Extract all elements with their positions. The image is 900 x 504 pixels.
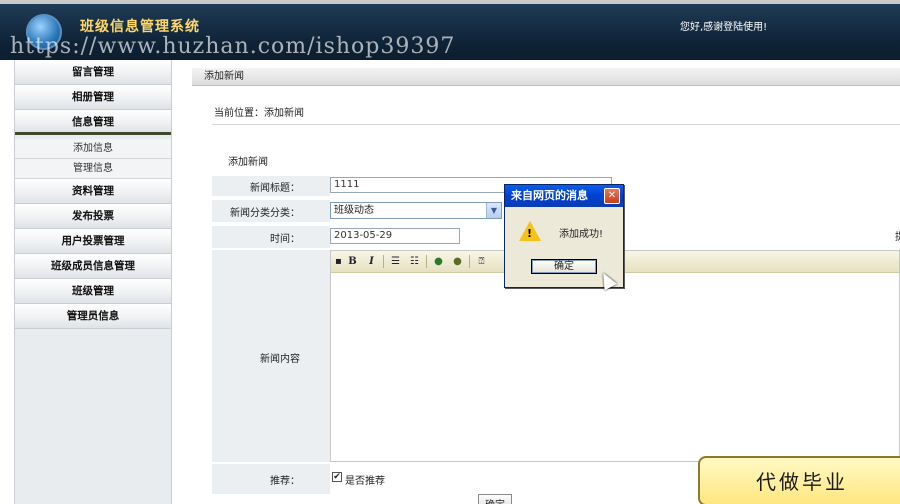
toolbar-separator xyxy=(426,255,427,268)
page-title-bar: 添加新闻 xyxy=(192,68,900,86)
recommend-label: 推荐： xyxy=(270,476,300,487)
dialog-title: 来自网页的消息 ✕ xyxy=(505,185,623,207)
help-icon[interactable]: ⍰ xyxy=(474,254,489,269)
recommend-checkbox-label: 是否推荐 xyxy=(345,476,385,487)
toolbar-separator xyxy=(469,255,470,268)
divider xyxy=(212,124,900,125)
sidebar-item-album[interactable]: 相册管理 xyxy=(15,85,171,110)
sidebar-subitem-manage-info[interactable]: 管理信息 xyxy=(15,159,171,179)
promo-banner: 代做毕业 xyxy=(698,456,900,504)
sidebar-item-class[interactable]: 班级管理 xyxy=(15,279,171,304)
italic-button[interactable]: I xyxy=(364,254,379,269)
sidebar-item-admin[interactable]: 管理员信息 xyxy=(15,304,171,329)
recommend-checkbox[interactable]: ✔ xyxy=(332,472,342,482)
bold-button[interactable]: B xyxy=(345,254,360,269)
sidebar-item-user-vote[interactable]: 用户投票管理 xyxy=(15,229,171,254)
banner-text: 代做毕业 xyxy=(756,470,848,494)
watermark-text: https://www.huzhan.com/ishop39397 xyxy=(10,34,456,59)
warning-mark: ! xyxy=(527,227,533,240)
app-title: 班级信息管理系统 xyxy=(80,19,200,35)
time-input[interactable]: 2013-05-29 xyxy=(330,228,460,244)
ordered-list-icon[interactable]: ☰ xyxy=(388,254,403,269)
category-value: 班级动态 xyxy=(334,205,374,216)
sidebar-item-info[interactable]: 信息管理 xyxy=(15,110,171,135)
title-label: 新闻标题： xyxy=(250,183,300,194)
dialog-title-text: 来自网页的消息 xyxy=(511,189,588,202)
link-icon[interactable]: ● xyxy=(431,254,446,269)
sidebar-item-class-members[interactable]: 班级成员信息管理 xyxy=(15,254,171,279)
sidebar-item-profile[interactable]: 资料管理 xyxy=(15,179,171,204)
unordered-list-icon[interactable]: ☷ xyxy=(407,254,422,269)
breadcrumb: 当前位置：添加新闻 xyxy=(214,108,304,119)
unlink-icon[interactable]: ● xyxy=(450,254,465,269)
time-label: 时间： xyxy=(270,234,300,245)
app-header: 班级信息管理系统 您好,感谢登陆使用! https://www.huzhan.c… xyxy=(0,4,900,60)
dialog-message: 添加成功! xyxy=(559,229,604,240)
chevron-down-icon[interactable]: ▼ xyxy=(486,203,501,218)
sidebar-item-message[interactable]: 留言管理 xyxy=(15,60,171,85)
submit-button[interactable]: 确定 xyxy=(478,494,512,504)
close-icon[interactable]: ✕ xyxy=(604,188,620,204)
sidebar-subitem-add-info[interactable]: 添加信息 xyxy=(15,139,171,159)
sidebar: 留言管理 相册管理 信息管理 添加信息 管理信息 资料管理 发布投票 用户投票管… xyxy=(14,60,172,504)
sidebar-item-publish-vote[interactable]: 发布投票 xyxy=(15,204,171,229)
toolbar-separator xyxy=(383,255,384,268)
form-heading: 添加新闻 xyxy=(228,157,268,168)
welcome-text: 您好,感谢登陆使用! xyxy=(680,22,768,33)
dialog-ok-button[interactable]: 确定 xyxy=(531,259,597,274)
cut-off-text: 提 xyxy=(895,228,900,243)
category-select[interactable]: 班级动态 ▼ xyxy=(330,202,502,219)
toolbar-grip-icon: ▪ xyxy=(335,256,342,267)
content-label: 新闻内容 xyxy=(260,354,300,365)
category-label: 新闻分类分类： xyxy=(230,208,300,219)
